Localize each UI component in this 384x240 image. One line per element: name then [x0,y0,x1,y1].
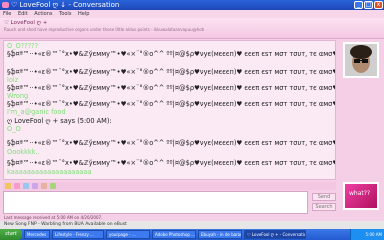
chat-line: §ֆ¤ª™··•«ε®™¨°x•♥&ℤўємму™•♥«×¨°®o^^ ºº|¤… [7,100,335,108]
start-button[interactable]: start [0,229,22,240]
taskbar-item[interactable]: Ebuyah - in de baron... [198,230,242,239]
formatting-toolbar [3,182,336,190]
taskbar-item[interactable]: Adobe Photoshop ... [152,230,196,239]
taskbar: start Mercedes Lifestyle - Frenzy ... yo… [0,229,384,240]
conversation-header: ♡ LoveFool ღ + Rauch and shed have repro… [0,18,384,47]
notification-text: New Song FNP - Warbling from BUA Availab… [4,222,127,227]
chat-line: §ֆ¤ª™··•«ε®™¨°x•♥&ℤўємму™•♥«×¨°®o^^ ºº|¤… [7,159,335,167]
chat-line: §ֆ¤ª™··•«ε®™¨°x•♥&ℤўємму™•♥«×¨°®o^^ ºº|¤… [7,84,335,92]
taskbar-item[interactable]: yourpage - ... [106,230,150,239]
chat-line: §ֆ¤ª™··•«ε®™¨°x•♥&ℤўємму™•♥«×¨°®o^^ ºº|¤… [7,139,335,147]
chat-line: lolz [7,76,19,84]
menu-bar: File Edit Actions Tools Help [0,10,384,18]
chat-line: Wrong [7,92,29,100]
self-avatar-text: what?? [349,190,371,197]
header-toolbar [4,32,89,47]
menu-actions[interactable]: Actions [34,11,52,17]
maximize-button[interactable]: □ [364,1,373,9]
chat-line: O_O????? [7,42,39,50]
wink-icon[interactable] [14,183,20,189]
title-bar: ♡ LoveFool ღ ↓ - Conversation _ □ x [0,0,384,10]
voice-clip-icon[interactable] [32,183,38,189]
search-button[interactable]: Search [312,203,336,211]
contact-avatar[interactable] [343,42,379,78]
self-avatar[interactable]: what?? [343,182,379,210]
font-icon[interactable] [50,183,56,189]
contact-name: ♡ LoveFool ღ + [4,20,48,26]
chat-line: Oookkkk.. [7,148,40,156]
messenger-icon [2,2,9,8]
emoticon-icon[interactable] [5,183,11,189]
taskbar-item[interactable]: Lifestyle - Frenzy ... [52,230,104,239]
menu-edit[interactable]: Edit [18,11,28,17]
chat-line: §ֆ¤ª™··•«ε®™¨°x•♥&ℤўємму™•♥«×¨°®o^^ ºº|¤… [7,50,335,58]
menu-tools[interactable]: Tools [59,11,71,17]
chat-line: O_O [7,125,21,133]
background-icon[interactable] [41,183,47,189]
nudge-icon[interactable] [23,183,29,189]
minimize-button[interactable]: _ [354,1,363,9]
taskbar-item[interactable]: Mercedes [24,230,50,239]
chat-line: ღ LoveFool ღ + says (5:00 AM): [7,117,112,125]
message-input[interactable] [3,191,308,214]
clock: 5:00 AM [365,232,382,237]
chat-line: §ֆ¤ª™··•«ε®™¨°x•♥&ℤўємму™•♥«×¨°®o^^ ºº|¤… [7,68,335,76]
menu-help[interactable]: Help [78,11,89,17]
taskbar-item-active[interactable]: ♡ LoveFool ღ + - Conversation [244,230,306,239]
system-tray: 5:00 AM [350,229,384,240]
menu-file[interactable]: File [3,11,11,17]
notification-strip[interactable]: New Song FNP - Warbling from BUA Availab… [0,221,384,229]
window-title: ♡ LoveFool ღ ↓ - Conversation [11,1,120,9]
chat-history[interactable]: O_O????? §ֆ¤ª™··•«ε®™¨°x•♥&ℤўємму™•♥«×¨°… [3,40,336,180]
chat-line: I'm_a@ganic food [7,108,66,116]
last-message-status: Last message received at 5:00 AM on 4/20… [4,215,103,220]
chat-line: kaaaaaaaaaaaaaaaaaaaa [7,168,92,176]
contact-avatar-image [345,44,377,76]
send-button[interactable]: Send [312,193,336,201]
close-button[interactable]: x [374,1,383,9]
